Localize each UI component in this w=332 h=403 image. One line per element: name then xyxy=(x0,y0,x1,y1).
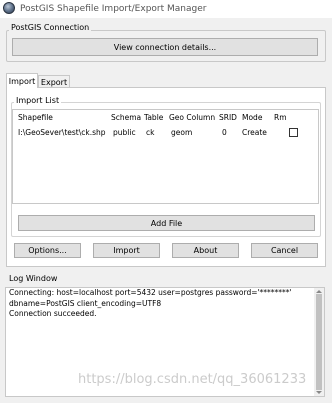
column-header-mode[interactable]: Mode xyxy=(242,113,262,122)
tab-import[interactable]: Import xyxy=(6,73,38,88)
postgis-app-icon xyxy=(3,2,15,14)
column-header-table[interactable]: Table xyxy=(144,113,163,122)
cell-table[interactable]: ck xyxy=(146,128,154,137)
view-connection-details-button[interactable]: View connection details... xyxy=(12,38,318,56)
scroll-down-arrow-icon[interactable] xyxy=(316,391,322,394)
import-list-group-label: Import List xyxy=(14,96,62,105)
scroll-up-arrow-icon[interactable] xyxy=(316,290,322,293)
cell-schema[interactable]: public xyxy=(113,128,136,137)
connection-group-label: PostGIS Connection xyxy=(9,23,92,32)
column-header-srid[interactable]: SRID xyxy=(219,113,237,122)
title-bar: PostGIS Shapefile Import/Export Manager xyxy=(0,0,332,18)
window-title: PostGIS Shapefile Import/Export Manager xyxy=(20,4,207,14)
column-header-schema[interactable]: Schema xyxy=(111,113,141,122)
cell-mode[interactable]: Create xyxy=(242,128,267,137)
add-file-button[interactable]: Add File xyxy=(18,215,315,231)
cell-srid[interactable]: 0 xyxy=(222,128,227,137)
rm-checkbox[interactable] xyxy=(289,128,298,137)
watermark: https://blog.csdn.net/qq_36061233 xyxy=(78,372,307,387)
column-header-geo-column[interactable]: Geo Column xyxy=(169,113,215,122)
options-button[interactable]: Options... xyxy=(14,243,81,258)
cancel-button[interactable]: Cancel xyxy=(251,243,318,258)
log-window-label: Log Window xyxy=(7,274,60,283)
about-button[interactable]: About xyxy=(172,243,239,258)
cell-geo-column[interactable]: geom xyxy=(171,128,192,137)
column-header-rm[interactable]: Rm xyxy=(274,113,287,122)
import-list-table[interactable] xyxy=(12,109,319,204)
log-text: Connecting: host=localhost port=5432 use… xyxy=(9,288,292,318)
column-header-shapefile[interactable]: Shapefile xyxy=(18,113,53,122)
import-button[interactable]: Import xyxy=(93,243,160,258)
cell-shapefile[interactable]: I:\GeoSever\test\ck.shp xyxy=(18,128,106,137)
log-scroll-thumb[interactable] xyxy=(316,294,322,390)
